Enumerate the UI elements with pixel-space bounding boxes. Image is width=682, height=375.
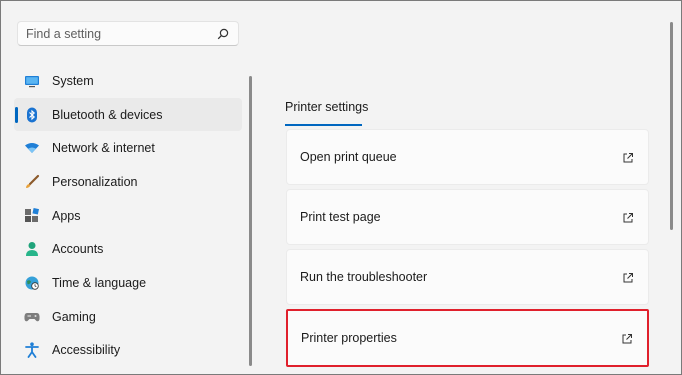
search-icon[interactable] <box>216 27 230 41</box>
sidebar-item-label: Network & internet <box>52 141 155 156</box>
sidebar-item-apps[interactable]: Apps <box>14 199 242 233</box>
sidebar-item-bluetooth-devices[interactable]: Bluetooth & devices <box>14 97 242 132</box>
gamepad-icon <box>24 309 40 325</box>
open-print-queue-card[interactable]: Open print queue <box>286 129 649 185</box>
external-link-icon <box>622 211 634 223</box>
person-icon <box>24 241 40 257</box>
sidebar-item-label: Gaming <box>52 309 96 324</box>
card-label: Print test page <box>300 210 381 224</box>
card-label: Run the troubleshooter <box>300 270 428 284</box>
sidebar-item-system[interactable]: System <box>14 64 242 98</box>
sidebar-item-label: Accounts <box>52 242 104 257</box>
main-scrollbar[interactable] <box>670 22 673 230</box>
external-link-icon <box>622 271 634 283</box>
sidebar-item-network-internet[interactable]: Network & internet <box>14 131 242 165</box>
printer-properties-card[interactable]: Printer properties <box>286 309 649 367</box>
external-link-icon <box>621 332 633 344</box>
print-test-page-card[interactable]: Print test page <box>286 189 649 245</box>
sidebar-item-accessibility[interactable]: Accessibility <box>14 334 242 368</box>
globe-clock-icon <box>24 275 40 291</box>
sidebar-item-label: Personalization <box>52 174 138 189</box>
search-box[interactable] <box>17 21 239 46</box>
bluetooth-icon <box>24 107 40 123</box>
sidebar-item-personalization[interactable]: Personalization <box>14 165 242 199</box>
sidebar-item-label: Time & language <box>52 275 147 290</box>
sidebar-item-accounts[interactable]: Accounts <box>14 232 242 266</box>
external-link-icon <box>622 151 634 163</box>
sidebar-scrollbar[interactable] <box>249 76 252 366</box>
sidebar-item-label: System <box>52 73 94 88</box>
accessibility-icon <box>24 342 40 359</box>
monitor-icon <box>24 73 40 89</box>
search-input[interactable] <box>26 26 216 41</box>
sidebar-item-label: Apps <box>52 208 81 223</box>
sidebar-item-time-language[interactable]: Time & language <box>14 266 242 300</box>
apps-icon <box>24 207 40 224</box>
card-label: Printer properties <box>301 331 397 345</box>
section-title-underline <box>285 124 362 126</box>
section-title: Printer settings <box>285 100 369 114</box>
wifi-icon <box>24 140 40 156</box>
sidebar-item-label: Bluetooth & devices <box>52 107 163 122</box>
card-label: Open print queue <box>300 150 397 164</box>
run-troubleshooter-card[interactable]: Run the troubleshooter <box>286 249 649 305</box>
sidebar-item-gaming[interactable]: Gaming <box>14 300 242 334</box>
sidebar-nav: System Bluetooth & devices Network & int… <box>14 64 242 367</box>
paintbrush-icon <box>24 174 40 190</box>
sidebar-item-label: Accessibility <box>52 343 121 358</box>
